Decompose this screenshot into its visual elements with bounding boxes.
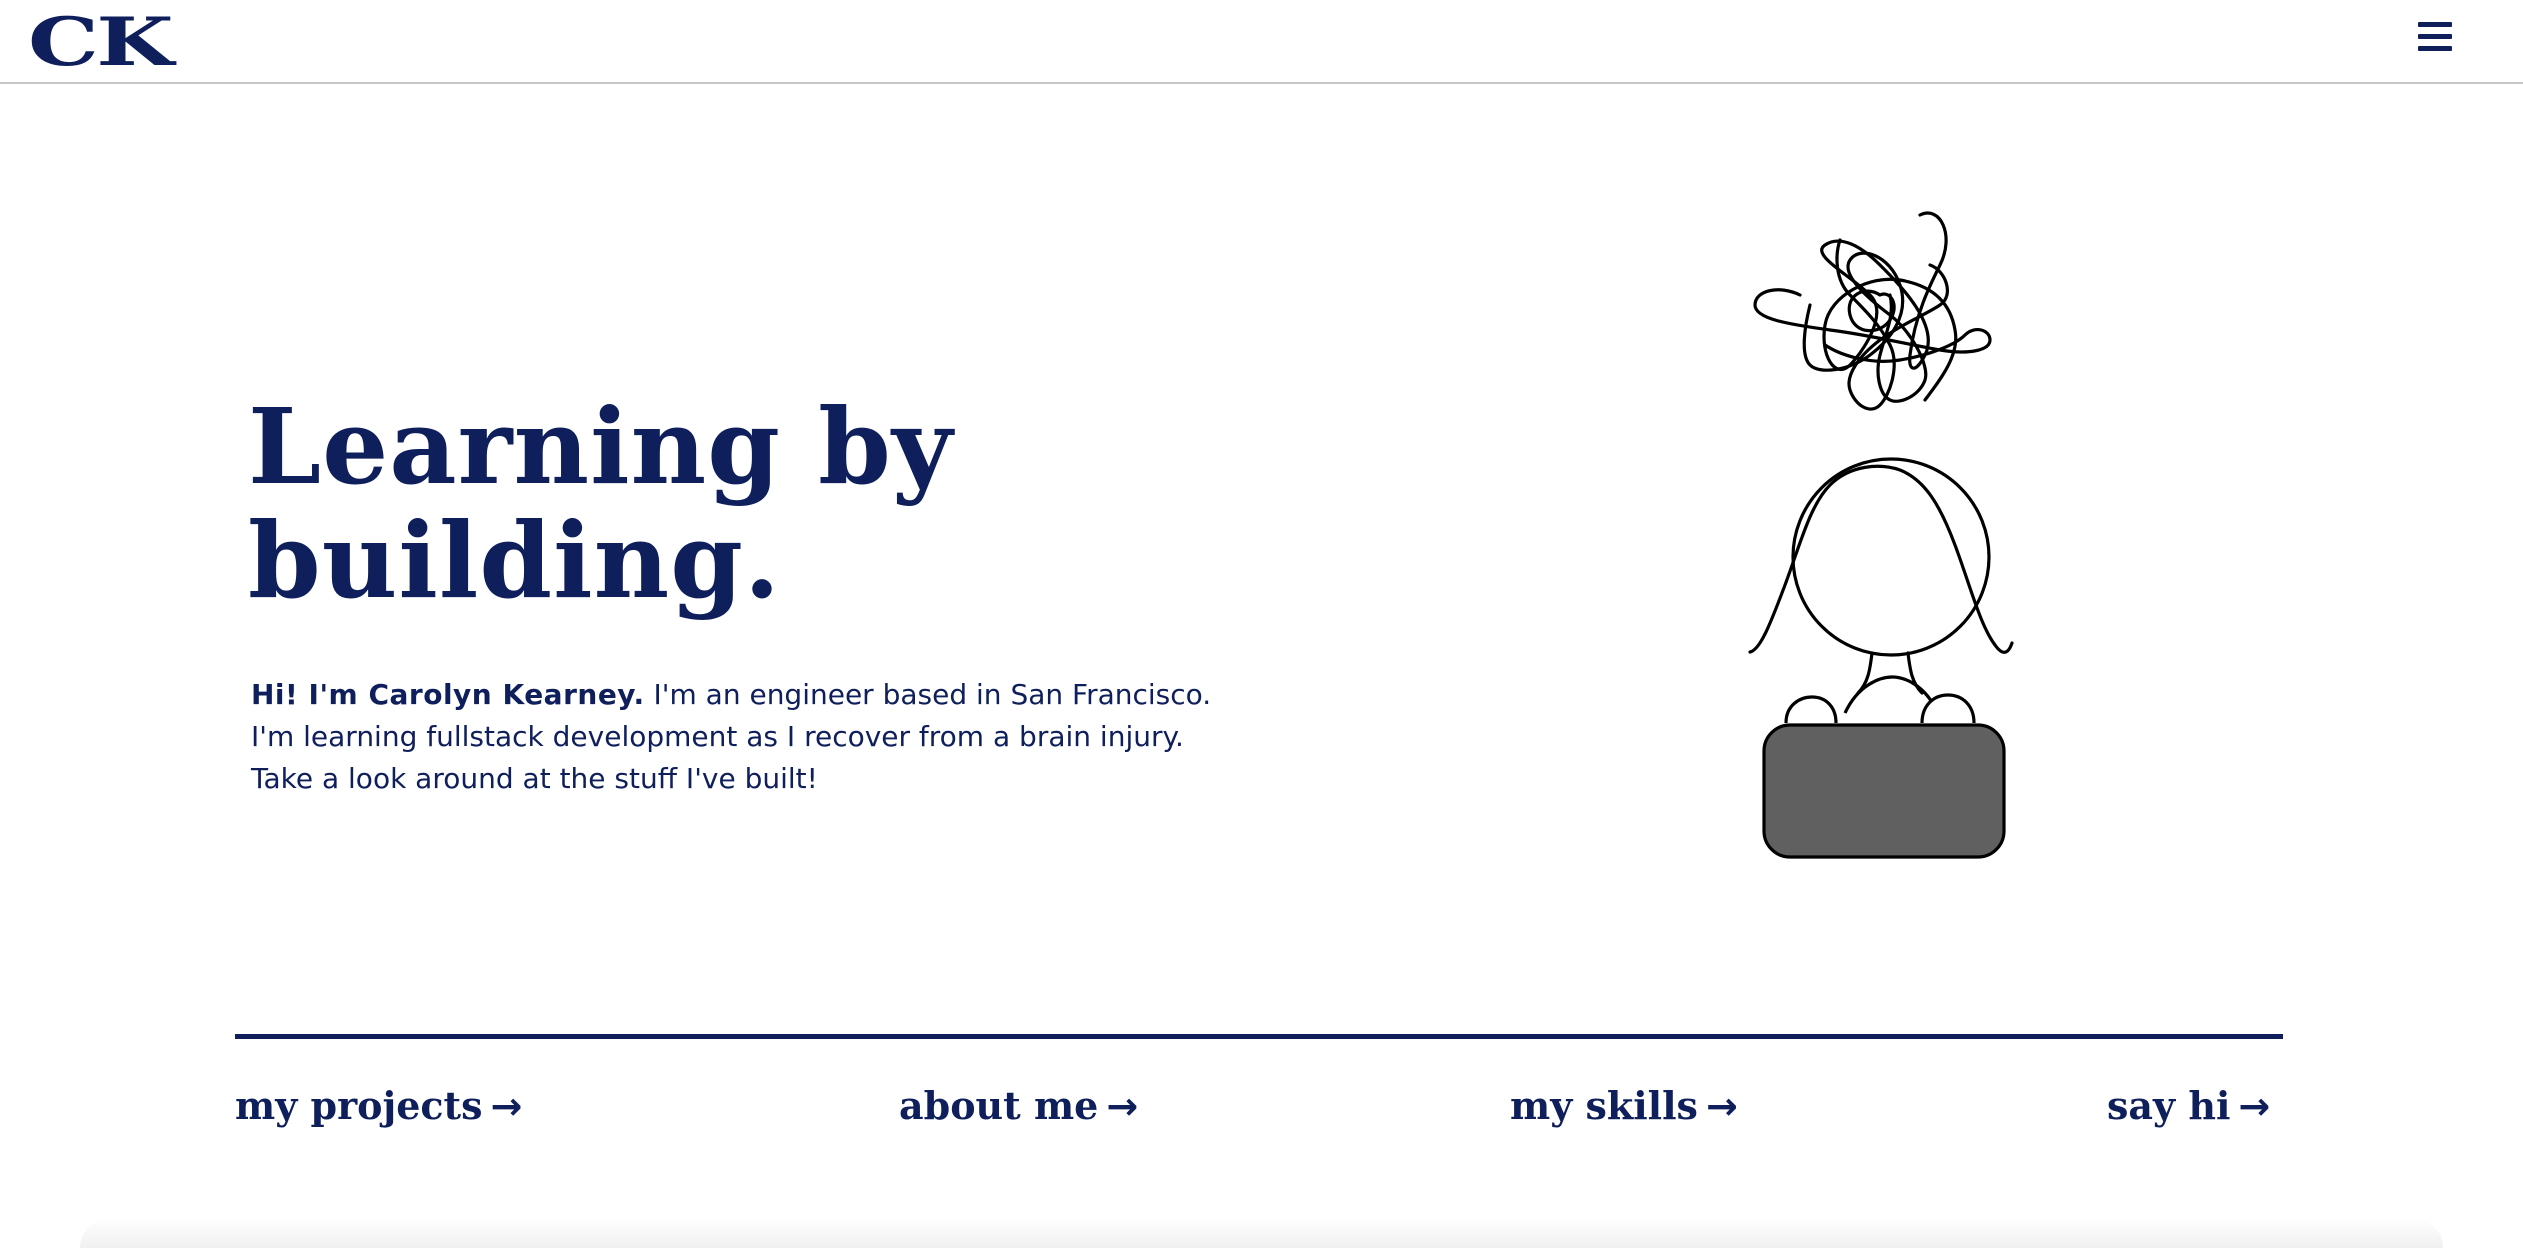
top-navbar: CK (0, 0, 2523, 84)
hero-intro: Hi! I'm Carolyn Kearney. I'm an engineer… (251, 674, 1251, 800)
bottom-section-shadow (80, 1218, 2443, 1248)
about-me-link[interactable]: about me → (899, 1082, 1138, 1130)
hamburger-menu-icon[interactable] (2418, 20, 2452, 54)
my-projects-link[interactable]: my projects → (235, 1082, 522, 1130)
arrow-right-icon: → (1106, 1084, 1139, 1128)
menu-bar (2418, 34, 2452, 39)
left-hand-icon (1784, 695, 1838, 724)
arrow-right-icon: → (2238, 1084, 2271, 1128)
hero-title-line2: building. (248, 499, 782, 622)
my-skills-link[interactable]: my skills → (1510, 1082, 1738, 1130)
my-projects-label: my projects (235, 1083, 483, 1128)
hair-icon (1748, 464, 2014, 654)
logo[interactable]: CK (28, 6, 174, 78)
menu-bar (2418, 22, 2452, 27)
hero-title: Learning by building. (248, 390, 1148, 618)
say-hi-label: say hi (2107, 1083, 2231, 1128)
about-me-label: about me (899, 1083, 1099, 1128)
arrow-right-icon: → (490, 1084, 523, 1128)
arrow-right-icon: → (1705, 1084, 1738, 1128)
say-hi-link[interactable]: say hi → (2107, 1082, 2270, 1130)
my-skills-label: my skills (1510, 1083, 1698, 1128)
scribble-icon (1753, 211, 1992, 411)
menu-bar (2418, 46, 2452, 51)
laptop-icon (1762, 723, 2006, 859)
hero-intro-name: Hi! I'm Carolyn Kearney. (251, 678, 645, 711)
section-divider (235, 1034, 2283, 1039)
person-illustration (1748, 211, 2014, 859)
hero-title-line1: Learning by (248, 385, 954, 508)
